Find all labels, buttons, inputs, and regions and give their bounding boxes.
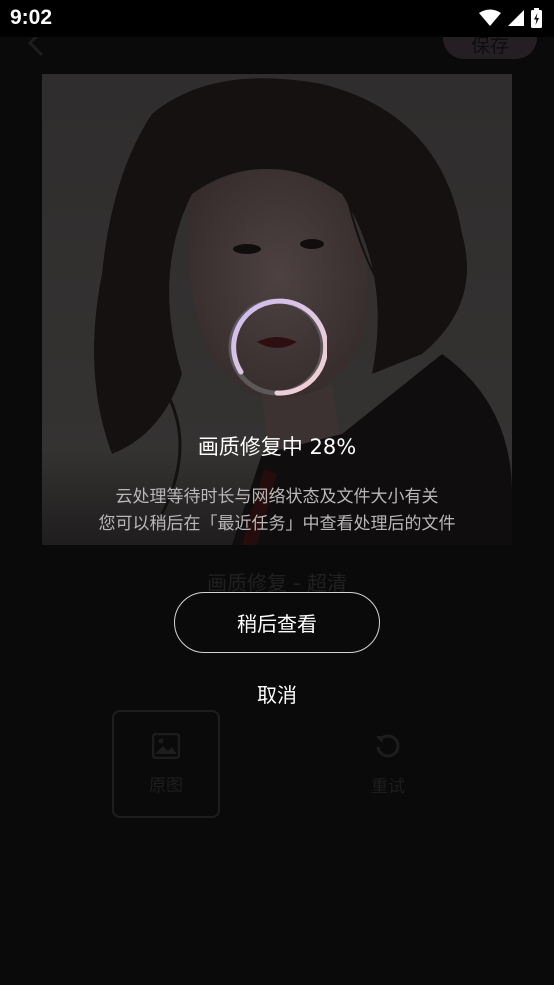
signal-icon — [508, 10, 524, 26]
hint-line-1: 云处理等待时长与网络状态及文件大小有关 — [115, 487, 439, 507]
status-icons — [479, 8, 542, 28]
status-bar: 9:02 — [0, 0, 554, 37]
status-time: 9:02 — [10, 6, 53, 29]
cancel-button[interactable]: 取消 — [227, 676, 327, 710]
progress-percent: 28% — [309, 435, 357, 459]
wifi-icon — [479, 9, 501, 26]
progress-text: 画质修复中 28% — [0, 431, 554, 461]
view-later-button[interactable]: 稍后查看 — [174, 592, 380, 653]
progress-spinner — [228, 298, 327, 396]
battery-icon — [531, 8, 542, 28]
hint-line-2: 您可以稍后在「最近任务」中查看处理后的文件 — [98, 514, 456, 534]
progress-title: 画质修复中 — [197, 435, 303, 459]
